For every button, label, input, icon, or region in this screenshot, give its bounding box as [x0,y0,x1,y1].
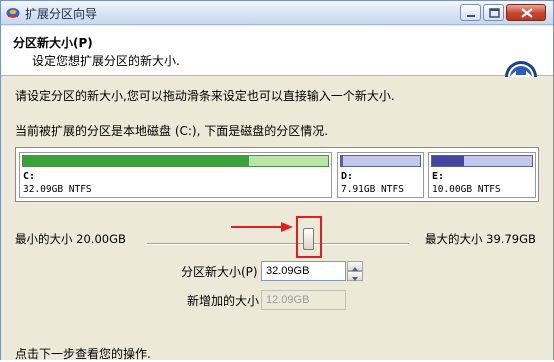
partition-d-used [341,156,343,166]
size-slider-thumb[interactable] [303,228,314,250]
size-slider-track[interactable] [147,243,409,245]
new-size-spinner[interactable] [347,261,363,281]
instruction-text: 请设定分区的新大小,您可以拖动滑条来设定也可以直接输入一个新大小. [15,89,395,103]
app-icon [6,6,20,20]
max-size-label: 最大的大小 39.79GB [425,232,536,246]
title-bar: 扩展分区向导 [1,1,553,25]
new-size-label: 分区新大小(P) [181,265,258,279]
chevron-down-icon [352,277,358,281]
spin-up-button[interactable] [347,261,363,271]
disk-map: C: 32.09GB NTFS D: 7.91GB NTFS E: 10.00G… [15,147,539,202]
spin-down-button[interactable] [347,271,363,281]
partition-e-usage-bar [431,155,533,167]
arrow-icon [231,222,293,232]
partition-e[interactable]: E: 10.00GB NTFS [428,152,536,198]
added-size-label: 新增加的大小 [187,294,260,308]
partition-c[interactable]: C: 32.09GB NTFS [19,152,332,198]
minimize-icon [467,15,475,17]
maximize-button[interactable] [483,4,504,21]
partition-d[interactable]: D: 7.91GB NTFS [337,152,424,198]
min-size-label: 最小的大小 20.00GB [15,232,126,246]
partition-c-used [23,156,249,166]
page-subtitle: 设定您想扩展分区的新大小. [32,54,180,68]
new-size-input[interactable] [261,261,346,281]
window-title: 扩展分区向导 [25,7,98,21]
partition-c-name: C: [23,171,36,182]
partition-c-usage-bar [22,155,329,167]
maximize-icon [489,8,500,18]
partition-d-info: 7.91GB NTFS [341,184,404,195]
footer-hint: 点击下一步查看您的操作. [15,347,151,361]
partition-d-usage-bar [340,155,421,167]
close-button[interactable] [506,4,546,21]
partition-c-info: 32.09GB NTFS [23,184,92,195]
partition-e-used [432,156,464,166]
added-size-input [261,290,346,310]
wizard-header: 分区新大小(P) 设定您想扩展分区的新大小. [1,26,553,93]
partition-d-name: D: [341,171,354,182]
page-title: 分区新大小(P) [13,36,93,50]
partition-e-info: 10.00GB NTFS [432,184,501,195]
partition-e-name: E: [432,171,445,182]
close-icon [521,8,533,18]
disk-info-text: 当前被扩展的分区是本地磁盘 (C:), 下面是磁盘的分区情况. [15,124,329,138]
minimize-button[interactable] [460,4,481,21]
wizard-content: 请设定分区的新大小,您可以拖动滑条来设定也可以直接输入一个新大小. 当前被扩展的… [1,77,553,361]
wizard-window: 扩展分区向导 分区新大小(P) 设定您想扩展分区的新大小. 请设定分区的新大小,… [0,0,554,361]
